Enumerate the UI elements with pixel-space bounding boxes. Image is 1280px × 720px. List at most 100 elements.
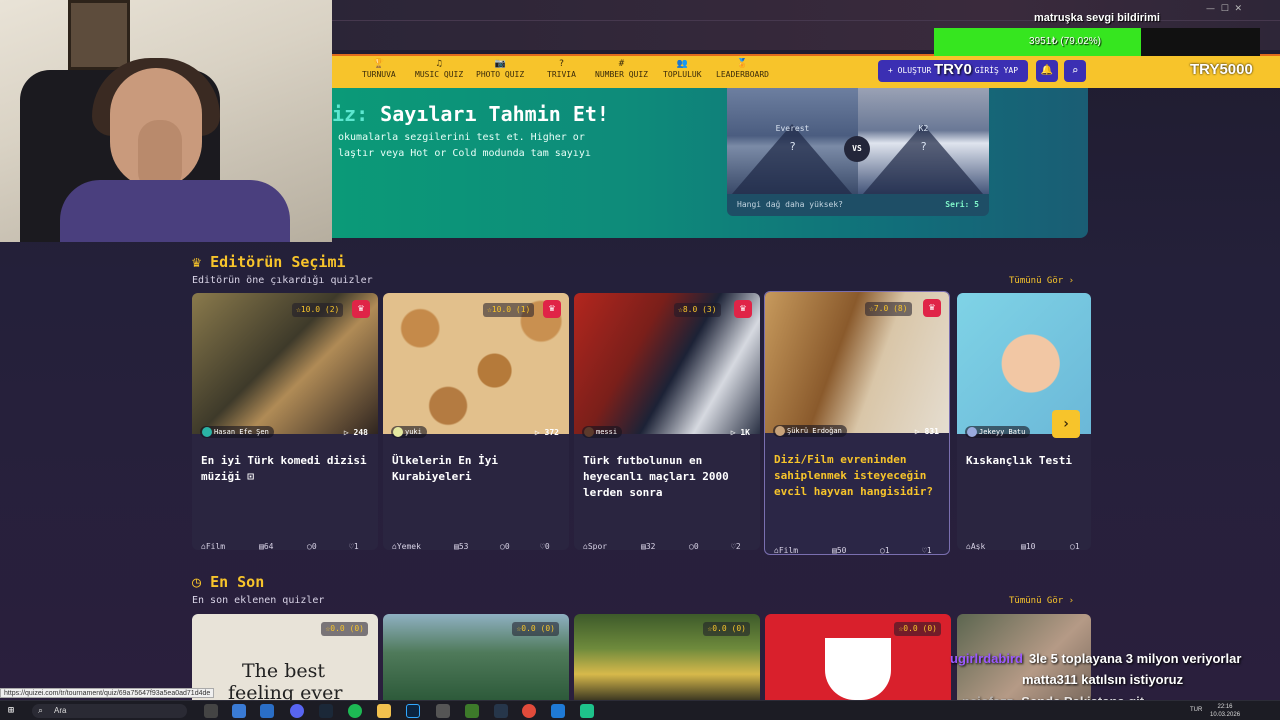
clock[interactable]: 22:16 10.03.2026 xyxy=(1210,703,1240,719)
quiz-title[interactable]: Ülkelerin En İyi Kurabiyeleri xyxy=(392,453,562,485)
hero-banner[interactable]: iz: Sayıları Tahmin Et! okumalarla sezgi… xyxy=(332,88,1088,238)
chrome-icon[interactable] xyxy=(522,704,536,718)
likes-value: 0 xyxy=(544,542,550,550)
music-icon: ♫ xyxy=(436,59,442,69)
folder-icon[interactable] xyxy=(377,704,391,718)
quiz-card[interactable]: ☆10.0 (2) ♛ Hasan Efe Şen ▷ 248 En iyi T… xyxy=(192,293,378,550)
hero-title-main: Sayıları Tahmin Et! xyxy=(380,102,609,126)
search-icon: ⌕ xyxy=(38,705,44,715)
comments-value: 1 xyxy=(1074,542,1080,550)
steam-icon[interactable] xyxy=(319,704,333,718)
comments-count: ◯ 0 xyxy=(500,542,510,550)
chat-message: ugirlrdabird 3le 5 toplayana 3 milyon ver… xyxy=(950,651,1241,666)
category-text: Spor xyxy=(587,542,608,550)
chat-username: ugirlrdabird xyxy=(950,651,1023,666)
see-all-latest-link[interactable]: Tümünü Gör › xyxy=(1009,596,1074,606)
likes-value: 1 xyxy=(926,546,932,555)
quiz-title[interactable]: Kıskançlık Testi xyxy=(966,453,1091,469)
section-title-editors: ♛ Editörün Seçimi xyxy=(192,253,346,271)
quiz-card[interactable]: ☆0.0 (0) xyxy=(383,614,569,700)
discord-icon[interactable] xyxy=(290,704,304,718)
nav-item-topluluk[interactable]: 👥 TOPLULUK xyxy=(663,58,702,79)
play-count-value: 1K xyxy=(740,428,750,437)
shield-icon xyxy=(825,638,891,700)
nav-item-turnuva[interactable]: 🏆 TURNUVA xyxy=(362,58,396,79)
quiz-card[interactable]: ☆0.0 (0) xyxy=(765,614,951,700)
crown-icon: ♛ xyxy=(923,299,941,317)
crown-icon: ♛ xyxy=(734,300,752,318)
nav-item-number-quiz[interactable]: # NUMBER QUIZ xyxy=(595,58,648,79)
search-icon[interactable]: ⌕ xyxy=(1064,60,1086,82)
quiz-card[interactable]: ☆8.0 (3) ♛ messi ▷ 1K Türk futbolunun en… xyxy=(574,293,760,550)
taskbar-search-label: Ara xyxy=(54,706,67,715)
author-name: Jekeyy Batu xyxy=(979,428,1026,436)
nav-label: NUMBER QUIZ xyxy=(595,70,648,79)
questions-value: 64 xyxy=(263,542,274,550)
spotify-icon[interactable] xyxy=(348,704,362,718)
bell-icon[interactable]: 🔔 xyxy=(1036,60,1058,82)
quiz-title[interactable]: Türk futbolunun en heyecanlı maçları 200… xyxy=(583,453,753,501)
webcam-overlay xyxy=(0,0,332,242)
questions-count: ▤ 64 xyxy=(259,542,274,550)
quiz-thumbnail xyxy=(383,293,569,434)
quiz-title[interactable]: Dizi/Film evreninden sahiplenmek isteyec… xyxy=(774,452,944,500)
task-view-icon[interactable] xyxy=(204,704,218,718)
minecraft-icon[interactable] xyxy=(465,704,479,718)
rating-badge: ☆8.0 (3) xyxy=(674,303,721,317)
app-icon[interactable] xyxy=(436,704,450,718)
taskbar-search[interactable]: ⌕ Ara xyxy=(32,704,187,718)
section-subtitle-editors: Editörün öne çıkardığı quizler xyxy=(192,275,373,286)
comments-count: ◯ 0 xyxy=(307,542,317,550)
category-text: Film xyxy=(778,546,799,555)
carousel-next-button[interactable]: › xyxy=(1052,410,1080,438)
comments-value: 0 xyxy=(311,542,317,550)
clock-time: 22:16 xyxy=(1217,704,1233,710)
author-name: yuki xyxy=(405,428,422,436)
author-chip[interactable]: messi xyxy=(582,426,623,438)
mountain-left-image: Everest? xyxy=(727,88,858,194)
thumb-text: feeling ever xyxy=(228,682,343,700)
app-icon[interactable] xyxy=(551,704,565,718)
nav-item-music-quiz[interactable]: ♫ MUSIC QUIZ xyxy=(415,58,463,79)
category-text: Yemek xyxy=(396,542,421,550)
avatar xyxy=(584,427,594,437)
language-indicator[interactable]: TUR xyxy=(1190,707,1202,713)
author-chip[interactable]: Şükrü Erdoğan xyxy=(773,425,847,437)
quiz-card[interactable]: The best feeling ever ☆0.0 (0) xyxy=(192,614,378,700)
windows-taskbar: ⊞ ⌕ Ara TUR 22:16 10.03.2026 xyxy=(0,700,1280,720)
windows-start-icon[interactable]: ⊞ xyxy=(8,704,22,718)
donation-title: matruşka sevgi bildirimi xyxy=(1034,12,1160,24)
nav-label: MUSIC QUIZ xyxy=(415,70,464,79)
author-chip[interactable]: Hasan Efe Şen xyxy=(200,426,274,438)
mountain-right-image: K2? xyxy=(858,88,989,194)
author-chip[interactable]: yuki xyxy=(391,426,427,438)
clock-date: 10.03.2026 xyxy=(1210,712,1241,718)
app-icon[interactable] xyxy=(580,704,594,718)
app-icon[interactable] xyxy=(232,704,246,718)
likes-count: ♡ 1 xyxy=(922,546,932,555)
nav-item-photo-quiz[interactable]: 📷 PHOTO QUIZ xyxy=(476,58,524,79)
app-icon[interactable] xyxy=(260,704,274,718)
donation-progress-bar: 3951₺ (79.02%) xyxy=(934,28,1260,56)
nav-item-trivia[interactable]: ? TRIVIA xyxy=(547,58,576,79)
question-icon: ? xyxy=(558,59,565,69)
quiz-card[interactable]: ☆10.0 (1) ♛ yuki ▷ 372 Ülkelerin En İyi … xyxy=(383,293,569,550)
quiz-card[interactable]: ☆0.0 (0) xyxy=(574,614,760,700)
author-name: Hasan Efe Şen xyxy=(214,428,269,436)
link-status-url: https://quizei.com/tr/tournament/quiz/69… xyxy=(0,688,215,698)
quiz-title[interactable]: En iyi Türk komedi dizisi müziği ⊡ xyxy=(201,453,371,485)
nav-item-leaderboard[interactable]: 🏅 LEADERBOARD xyxy=(716,58,769,79)
app-icon[interactable] xyxy=(494,704,508,718)
photoshop-icon[interactable] xyxy=(406,704,420,718)
donation-progress-text: 3951₺ (79.02%) xyxy=(1029,36,1101,47)
avatar xyxy=(393,427,403,437)
higher-lower-preview[interactable]: Everest? K2? VS Hangi dağ daha yüksek? S… xyxy=(727,88,989,216)
mountain-left-value: ? xyxy=(789,140,796,153)
rating-badge: ☆0.0 (0) xyxy=(703,622,750,636)
author-chip[interactable]: Jekeyy Batu xyxy=(965,426,1031,438)
quiz-card-hovered[interactable]: ☆7.0 (8) ♛ Şükrü Erdoğan ▷ 831 Dizi/Film… xyxy=(764,291,950,555)
game-question: Hangi dağ daha yüksek? xyxy=(737,200,843,209)
comments-value: 0 xyxy=(504,542,510,550)
see-all-editors-link[interactable]: Tümünü Gör › xyxy=(1009,276,1074,286)
category-text: Aşk xyxy=(970,542,986,550)
